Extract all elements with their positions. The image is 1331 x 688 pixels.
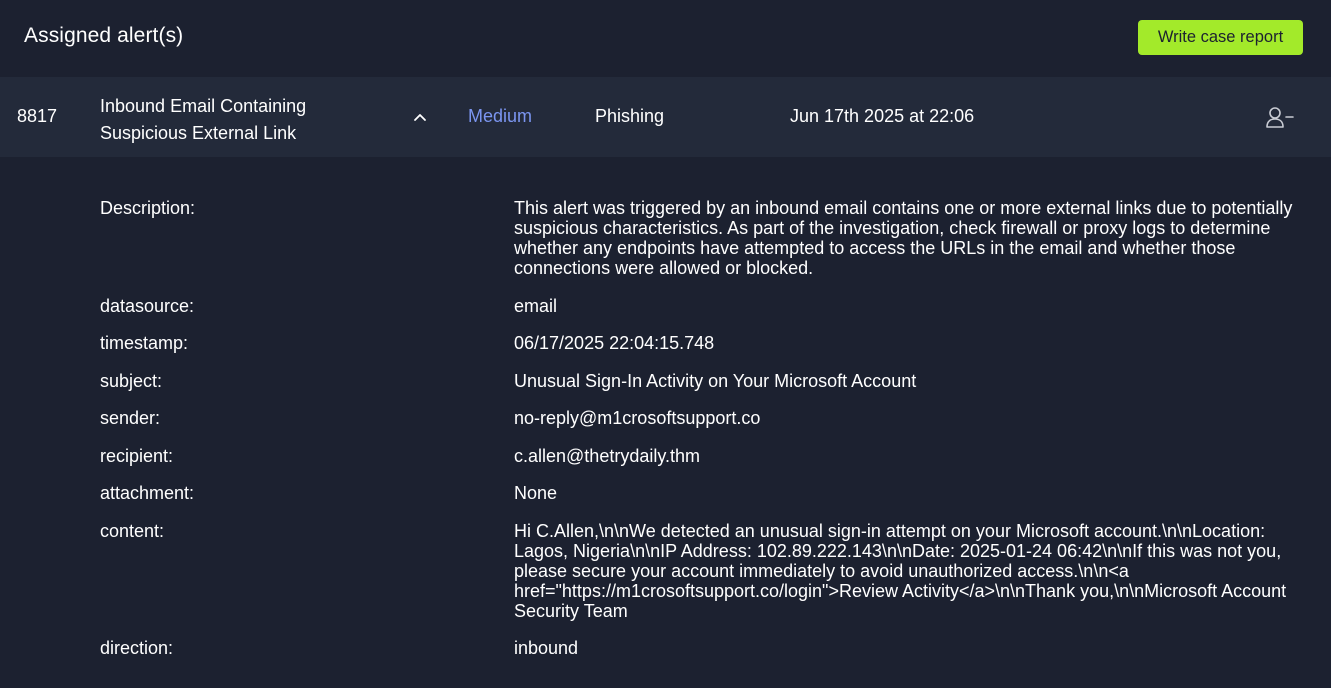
severity-badge: Medium — [468, 106, 533, 126]
alert-details: Description: This alert was triggered by… — [0, 157, 1331, 688]
detail-key: sender: — [100, 408, 161, 428]
detail-key: Description: — [100, 198, 196, 218]
detail-key: direction: — [100, 638, 174, 658]
detail-value: 06/17/2025 22:04:15.748 — [514, 333, 715, 353]
detail-key: attachment: — [100, 483, 195, 503]
detail-key: recipient: — [100, 446, 174, 466]
detail-key: datasource: — [100, 296, 195, 316]
alert-row[interactable]: 8817 Inbound Email Containing Suspicious… — [0, 77, 1331, 157]
detail-value: email — [514, 296, 558, 316]
detail-value: Unusual Sign-In Activity on Your Microso… — [514, 371, 917, 391]
page-header: Assigned alert(s) Write case report — [0, 0, 1331, 77]
alert-date: Jun 17th 2025 at 22:06 — [790, 106, 975, 126]
detail-value: Hi C.Allen,\n\nWe detected an unusual si… — [514, 521, 1292, 621]
alert-type: Phishing — [595, 106, 665, 126]
detail-key: timestamp: — [100, 333, 189, 353]
alert-name: Inbound Email Containing Suspicious Exte… — [100, 96, 307, 143]
detail-value: inbound — [514, 638, 579, 658]
detail-value: This alert was triggered by an inbound e… — [514, 198, 1298, 278]
write-case-report-button[interactable]: Write case report — [1138, 20, 1303, 55]
detail-key: subject: — [100, 371, 163, 391]
detail-key: content: — [100, 521, 165, 541]
detail-value: None — [514, 483, 558, 503]
detail-value: no-reply@m1crosoftsupport.co — [514, 408, 761, 428]
page-title: Assigned alert(s) — [24, 24, 184, 47]
chevron-up-icon[interactable] — [410, 109, 430, 125]
detail-value: c.allen@thetrydaily.thm — [514, 446, 701, 466]
user-minus-icon[interactable] — [1265, 106, 1295, 130]
alert-id: 8817 — [17, 106, 58, 126]
